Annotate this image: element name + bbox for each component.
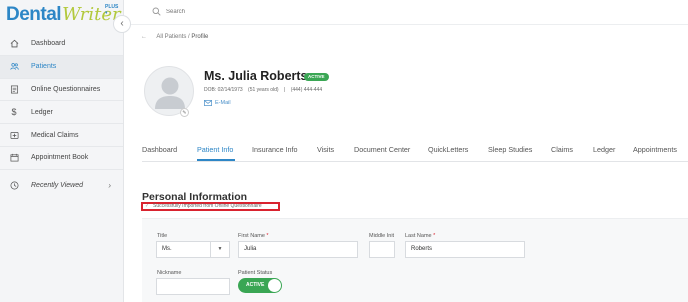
title-select-value: Ms. [162,246,172,252]
sidebar-item-appointment-book[interactable]: Appointment Book [0,147,123,170]
breadcrumb-separator: / [188,34,190,40]
sidebar-item-patients[interactable]: Patients [0,55,123,79]
import-note-text: Successfully Imported from Online Questi… [153,203,262,209]
logo-plus-badge: PLUS ▾ [105,4,119,16]
nickname-field[interactable] [156,278,230,295]
sidebar-item-label: Online Questionnaires [31,85,101,93]
status-badge: ACTIVE [304,73,329,81]
meta-separator: | [284,87,286,93]
sidebar-nav: Dashboard Patients Online Questionnaires… [0,33,123,198]
top-bar [124,0,688,25]
logo-text-main: Dental [6,4,62,25]
sidebar-item-label: Ledger [31,108,53,116]
first-name-value: Julia [244,246,257,252]
nickname-label: Nickname [157,270,182,276]
import-note: ✓ Successfully Imported from Online Ques… [141,202,280,211]
last-name-label-text: Last Name [405,233,432,239]
tab-appointments[interactable]: Appointments [633,145,677,154]
toggle-knob [268,279,281,292]
search-input[interactable] [164,5,368,19]
check-icon: ✓ [145,203,150,209]
required-marker: * [266,233,269,239]
active-tab-indicator [197,159,235,161]
patient-status-toggle[interactable]: ACTIVE [238,278,282,293]
home-icon [8,39,20,48]
first-name-label: First Name * [238,233,269,239]
edit-avatar-button[interactable]: ✎ [180,108,189,117]
required-marker: * [433,233,436,239]
sidebar-item-label: Medical Claims [31,131,79,139]
tab-visits[interactable]: Visits [317,145,334,154]
caret-down-icon: ▼ [210,242,229,257]
questionnaire-icon [8,85,20,94]
last-name-field[interactable]: Roberts [405,241,525,258]
dentalwriter-logo[interactable]: DentalWriter PLUS ▾ [6,4,121,28]
middle-init-field[interactable] [369,241,395,258]
patient-status-toggle-label: ACTIVE [246,282,265,288]
sidebar-item-label: Patients [31,63,57,71]
tab-insurance-info[interactable]: Insurance Info [252,145,298,154]
back-arrow-icon[interactable]: ← [141,34,147,40]
last-name-value: Roberts [411,246,433,252]
middle-init-label: Middle Init [369,233,395,239]
sidebar-item-label: Dashboard [31,40,66,48]
sidebar-item-ledger[interactable]: $ Ledger [0,101,123,125]
patient-dob: DOB: 02/14/1973 [204,87,243,93]
patient-phone: (444) 444-444 [290,87,323,93]
envelope-icon [204,100,212,106]
patient-meta: DOB: 02/14/1973 (51 years old) | (444) 4… [204,87,326,93]
first-name-field[interactable]: Julia [238,241,358,258]
breadcrumb-current: Profile [191,34,209,40]
collapse-sidebar-button[interactable]: ‹ [113,15,131,33]
chevron-right-icon: › [108,181,111,191]
patient-name: Ms. Julia Roberts [204,69,308,83]
patients-icon [8,62,20,71]
email-link[interactable]: E-Mail [204,100,231,106]
last-name-label: Last Name * [405,233,435,239]
sidebar-item-online-questionnaires[interactable]: Online Questionnaires [0,79,123,102]
title-select[interactable]: Ms. ▼ [156,241,230,258]
patient-status-label: Patient Status [238,270,273,276]
profile-tabs: Dashboard Patient Info Insurance Info Vi… [142,139,688,162]
search-icon [152,7,161,16]
email-link-label: E-Mail [215,100,231,106]
title-label: Title [157,233,168,239]
tab-sleep-studies[interactable]: Sleep Studies [488,145,532,154]
clock-icon [8,181,20,190]
tab-claims[interactable]: Claims [551,145,573,154]
tab-ledger[interactable]: Ledger [593,145,615,154]
dollar-icon: $ [11,107,17,118]
tab-dashboard[interactable]: Dashboard [142,145,177,154]
sidebar-item-label: Appointment Book [31,154,89,162]
sidebar-item-label: Recently Viewed [31,182,84,190]
tab-document-center[interactable]: Document Center [354,145,410,154]
medical-claims-icon [8,131,20,140]
sidebar-item-recently-viewed[interactable]: Recently Viewed › [0,174,123,198]
breadcrumb: ← All Patients / Profile [141,34,208,40]
sidebar-item-medical-claims[interactable]: Medical Claims [0,124,123,147]
patient-age: (51 years old) [248,87,279,93]
breadcrumb-all-patients[interactable]: All Patients [156,34,186,40]
tab-patient-info[interactable]: Patient Info [197,145,233,154]
calendar-icon [8,153,20,162]
pencil-icon: ✎ [182,110,187,116]
sidebar: DentalWriter PLUS ▾ Dashboard Patients O… [0,0,124,302]
first-name-label-text: First Name [238,233,265,239]
sidebar-item-dashboard[interactable]: Dashboard [0,33,123,56]
tab-quickletters[interactable]: QuickLetters [428,145,468,154]
